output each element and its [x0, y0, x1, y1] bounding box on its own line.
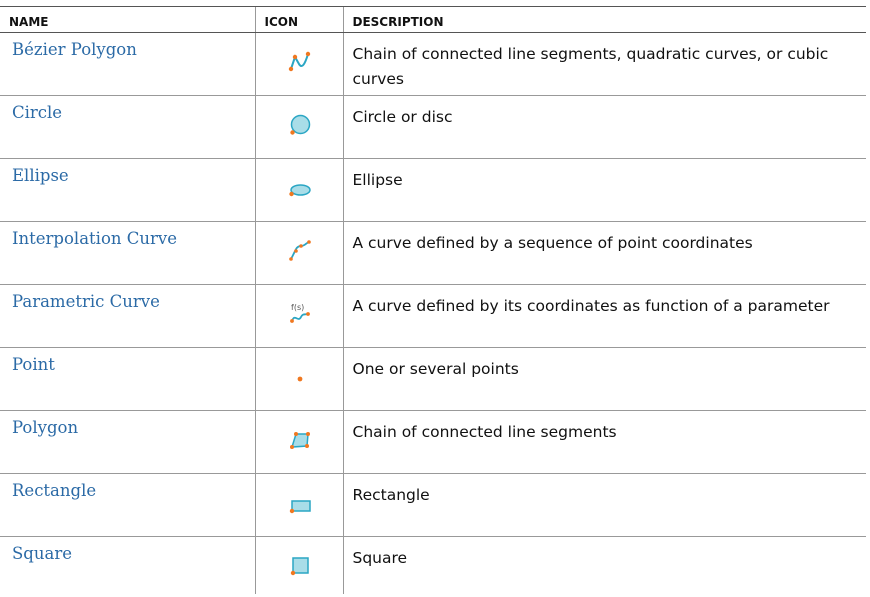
- bezier-polygon-icon: [288, 51, 310, 72]
- table-row: Rectangle Rectangle: [0, 473, 866, 537]
- table-row: Circle Circle or disc: [0, 95, 866, 159]
- description-cell: A curve defined by a sequence of point c…: [342, 221, 866, 285]
- point-icon: [297, 376, 302, 382]
- description-cell: Chain of connected line segments: [342, 410, 866, 474]
- table-row: Point One or several points: [0, 347, 866, 411]
- rectangle-icon: [289, 500, 311, 514]
- ellipse-icon: [288, 184, 311, 197]
- name-link[interactable]: Point: [12, 355, 55, 374]
- square-icon: [290, 557, 309, 576]
- name-link[interactable]: Ellipse: [12, 166, 69, 185]
- header-description: DESCRIPTION: [342, 6, 866, 33]
- geometry-primitives-table: NAME ICON DESCRIPTION Bézier Polygon Cha…: [0, 6, 866, 594]
- description-cell: Chain of connected line segments, quadra…: [342, 32, 866, 96]
- table-row: Parametric Curve f(s) A curve defined by…: [0, 284, 866, 348]
- name-link[interactable]: Square: [12, 544, 72, 563]
- name-link[interactable]: Polygon: [12, 418, 78, 437]
- polygon-icon: [289, 432, 310, 449]
- description-cell: Square: [342, 536, 866, 594]
- description-cell: A curve defined by its coordinates as fu…: [342, 284, 866, 348]
- name-link[interactable]: Rectangle: [12, 481, 96, 500]
- name-link[interactable]: Circle: [12, 103, 62, 122]
- description-cell: Circle or disc: [342, 95, 866, 159]
- table-row: Ellipse Ellipse: [0, 158, 866, 222]
- name-link[interactable]: Bézier Polygon: [12, 40, 137, 59]
- name-link[interactable]: Interpolation Curve: [12, 229, 177, 248]
- description-cell: One or several points: [342, 347, 866, 411]
- description-cell: Ellipse: [342, 158, 866, 222]
- description-cell: Rectangle: [342, 473, 866, 537]
- parametric-curve-icon: f(s): [289, 303, 310, 323]
- circle-icon: [289, 114, 310, 135]
- svg-text:f(s): f(s): [291, 303, 304, 312]
- table-row: Interpolation Curve A curve defined by a…: [0, 221, 866, 285]
- table-row: Square Square: [0, 536, 866, 594]
- name-link[interactable]: Parametric Curve: [12, 292, 160, 311]
- header-icon: ICON: [254, 6, 343, 33]
- table-row: Bézier Polygon Chain of connected line s…: [0, 32, 866, 96]
- table-header-row: NAME ICON DESCRIPTION: [0, 6, 866, 33]
- interpolation-curve-icon: [288, 240, 311, 261]
- table-row: Polygon Chain of connected line segments: [0, 410, 866, 474]
- header-name: NAME: [0, 6, 255, 33]
